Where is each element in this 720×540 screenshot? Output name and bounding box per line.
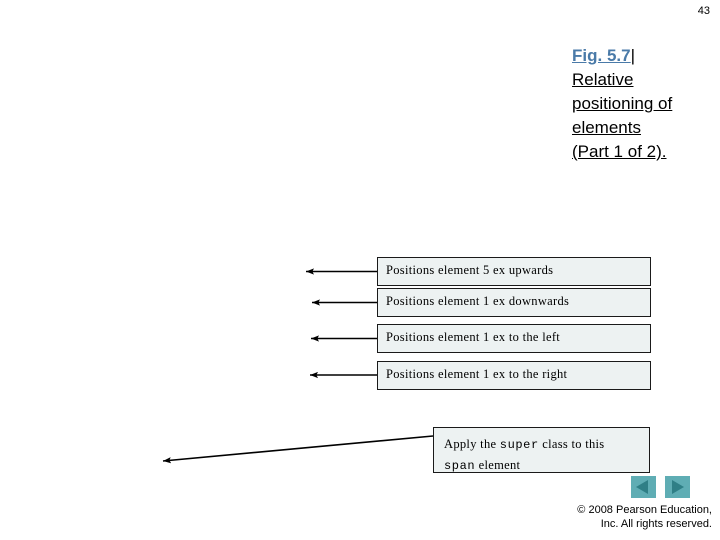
slide-canvas: 43 Fig. 5.7| Relative positioning of ele…	[0, 0, 720, 540]
callout-box-super-class: Apply the super class to this span elemen…	[433, 427, 650, 473]
next-slide-button[interactable]	[665, 476, 690, 498]
callout-box-right: Positions element 1 ex to the right	[377, 361, 651, 390]
callout-super-text-part2: class to this	[538, 437, 605, 451]
title-description: Relative positioning of elements (Part 1…	[572, 70, 673, 161]
callout-box-left: Positions element 1 ex to the left	[377, 324, 651, 353]
callout-box-upwards: Positions element 5 ex upwards	[377, 257, 651, 286]
callout-super-text-part1: Apply the	[444, 437, 500, 451]
title-separator: |	[630, 46, 635, 65]
callout-super-code-super: super	[499, 438, 539, 452]
copyright-notice: © 2008 Pearson Education, Inc. All right…	[472, 503, 712, 531]
callout-super-text-part3: element	[475, 458, 521, 472]
arrow-to-super-class	[162, 435, 434, 464]
copyright-line-2: Inc. All rights reserved.	[600, 518, 712, 530]
triangle-right-icon	[672, 480, 684, 494]
copyright-line-1: © 2008 Pearson Education,	[577, 504, 712, 516]
previous-slide-button[interactable]	[631, 476, 656, 498]
callout-super-code-span: span	[444, 459, 476, 473]
navigation-buttons	[631, 476, 693, 498]
page-number: 43	[697, 5, 710, 17]
callout-box-downwards: Positions element 1 ex downwards	[377, 288, 651, 317]
figure-label: Fig. 5.7	[572, 46, 631, 65]
triangle-left-icon	[636, 480, 648, 494]
page-title: Fig. 5.7| Relative positioning of elemen…	[572, 44, 682, 164]
